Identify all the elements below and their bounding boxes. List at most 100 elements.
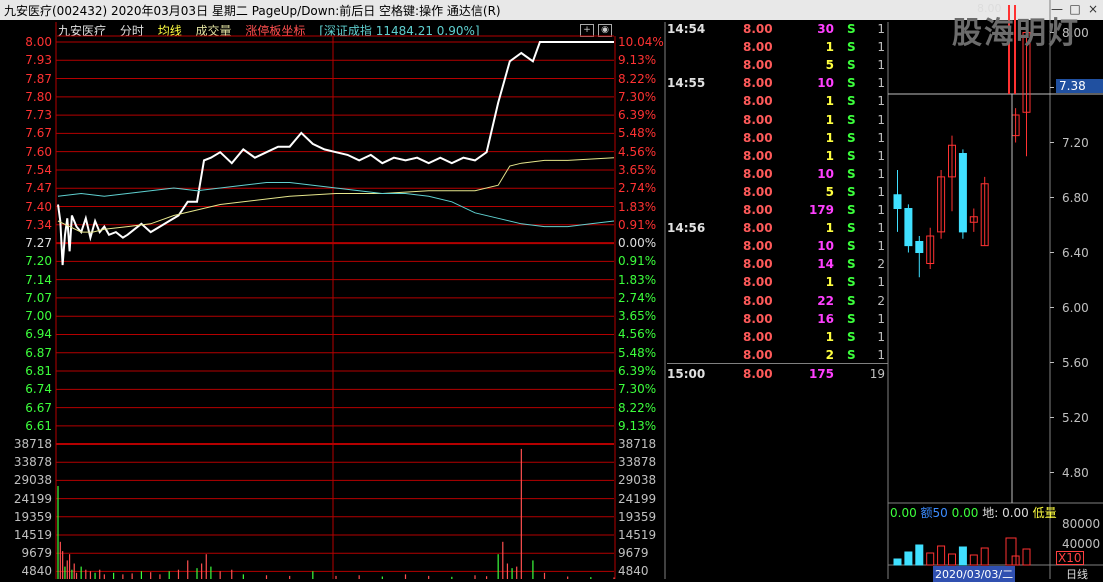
tick-row[interactable]: 8.00 5 S 1 — [667, 58, 889, 76]
price-tick-label: 7.87 — [25, 71, 52, 86]
volume-tick-label: 24199 — [13, 491, 52, 506]
tick-side: S — [847, 311, 856, 326]
tick-time: 14:56 — [667, 221, 706, 236]
tick-time: 15:00 — [667, 366, 706, 381]
percent-tick-label: 4.56% — [618, 327, 657, 342]
price-tick-label: 7.73 — [25, 108, 52, 123]
kline-price-label: 7.20 — [1062, 135, 1089, 150]
tick-row[interactable]: 8.00 10 S 1 — [667, 167, 889, 185]
period-label[interactable]: 日线 — [1066, 566, 1088, 582]
tick-row[interactable]: 8.00 1 S 1 — [667, 131, 889, 149]
price-tick-label: 8.00 — [25, 35, 52, 49]
tick-count: 1 — [877, 184, 885, 199]
percent-tick-label: 2.74% — [618, 181, 657, 196]
tick-row[interactable]: 14:56 8.00 1 S 1 — [667, 221, 889, 239]
tick-volume: 1 — [825, 221, 834, 236]
price-tick-label: 7.80 — [25, 89, 52, 104]
tick-row[interactable]: 14:54 8.00 30 S 1 — [667, 22, 889, 40]
tick-row[interactable]: 15:00 8.00 175 19 — [667, 367, 889, 385]
kline-volume-bar — [926, 552, 935, 566]
tick-row[interactable]: 8.00 5 S 1 — [667, 185, 889, 203]
tick-volume: 16 — [817, 311, 834, 326]
kline-volume-bar — [969, 554, 978, 566]
tick-side: S — [847, 184, 856, 199]
volume-tick-label: 9679 — [618, 546, 649, 561]
percent-tick-label: 3.65% — [618, 162, 657, 177]
percent-tick-label: 9.13% — [618, 53, 657, 68]
price-tick-label: 6.94 — [25, 327, 52, 342]
kline-price-label: 6.40 — [1062, 245, 1089, 260]
tick-price: 8.00 — [743, 203, 773, 217]
tick-row[interactable]: 8.00 1 S 1 — [667, 94, 889, 112]
percent-tick-label: 6.39% — [618, 364, 657, 379]
kline-price-label: 6.00 — [1062, 300, 1089, 315]
tick-side: S — [847, 22, 856, 36]
tick-volume: 22 — [817, 293, 834, 308]
tick-row[interactable]: 8.00 1 S 1 — [667, 40, 889, 58]
tick-row[interactable]: 8.00 16 S 1 — [667, 312, 889, 330]
percent-tick-label: 1.83% — [618, 272, 657, 287]
tick-volume: 14 — [817, 257, 834, 272]
tick-count: 1 — [877, 40, 885, 55]
tick-row[interactable]: 8.00 1 S 1 — [667, 113, 889, 131]
tick-volume: 10 — [817, 239, 834, 254]
tick-count: 1 — [877, 148, 885, 163]
tick-row[interactable]: 8.00 22 S 2 — [667, 294, 889, 312]
volume-tick-label: 29038 — [13, 473, 52, 488]
tick-volume: 1 — [825, 275, 834, 290]
tick-row[interactable]: 14:55 8.00 10 S 1 — [667, 76, 889, 94]
tick-row[interactable]: 8.00 1 S 1 — [667, 275, 889, 293]
tick-volume: 1 — [825, 148, 834, 163]
candle-body — [915, 241, 924, 253]
ind-e: 0.00 — [1002, 506, 1029, 520]
tick-row[interactable]: 8.00 1 S 1 — [667, 330, 889, 348]
percent-tick-label: 0.91% — [618, 254, 657, 269]
tick-row[interactable]: 8.00 1 S 1 — [667, 149, 889, 167]
volume-tick-label: 14519 — [618, 528, 657, 542]
volume-tick-label: 19359 — [13, 509, 52, 524]
tick-count: 1 — [877, 94, 885, 109]
indicator-bar: 0.00 额50 0.00 地: 0.00 低量 — [890, 504, 1103, 520]
tick-price: 8.00 — [743, 94, 773, 109]
tick-side: S — [847, 293, 856, 308]
tick-side: S — [847, 203, 856, 217]
tick-side: S — [847, 58, 856, 73]
tick-time: 14:55 — [667, 76, 706, 91]
price-tick-label: 6.81 — [25, 364, 52, 379]
price-tick-label: 7.54 — [25, 162, 52, 177]
ind-b: 额50 — [920, 506, 948, 520]
current-price-tag: 7.38 — [1056, 79, 1103, 93]
kline-volume-bar — [948, 553, 956, 566]
tick-volume: 1 — [825, 130, 834, 145]
price-tick-label: 7.40 — [25, 199, 52, 214]
tick-price: 8.00 — [743, 221, 773, 236]
price-tick-label: 7.27 — [25, 236, 52, 251]
tick-price: 8.00 — [743, 40, 773, 55]
watermark: 股海明灯 — [952, 16, 1080, 51]
kline-volume-bar — [904, 551, 913, 566]
kline-volume-bar — [980, 547, 989, 566]
tick-volume: 5 — [825, 58, 834, 73]
percent-tick-label: 8.22% — [618, 400, 657, 415]
tick-count: 1 — [877, 329, 885, 344]
volume-tick-label: 4840 — [21, 564, 52, 579]
ind-f: 低量 — [1032, 506, 1057, 520]
tick-volume: 1 — [825, 40, 834, 55]
tick-price: 8.00 — [743, 329, 773, 344]
tick-side: S — [847, 166, 856, 181]
tick-count: 2 — [877, 293, 885, 308]
tick-row[interactable]: 8.00 14 S 2 — [667, 257, 889, 275]
close-separator — [667, 363, 888, 364]
tick-count: 1 — [877, 239, 885, 254]
percent-tick-label: 7.30% — [618, 89, 657, 104]
tick-volume: 5 — [825, 184, 834, 199]
tick-volume: 2 — [825, 347, 834, 362]
tick-side: S — [847, 221, 856, 236]
price-tick-label: 7.34 — [25, 217, 52, 232]
tick-row[interactable]: 8.00 10 S 1 — [667, 239, 889, 257]
volume-bars — [56, 448, 615, 579]
chart-canvas — [55, 0, 1103, 579]
vol-mult-label: X10 — [1056, 551, 1084, 565]
tick-row[interactable]: 8.00 179 S 1 — [667, 203, 889, 221]
tick-volume: 10 — [817, 166, 834, 181]
